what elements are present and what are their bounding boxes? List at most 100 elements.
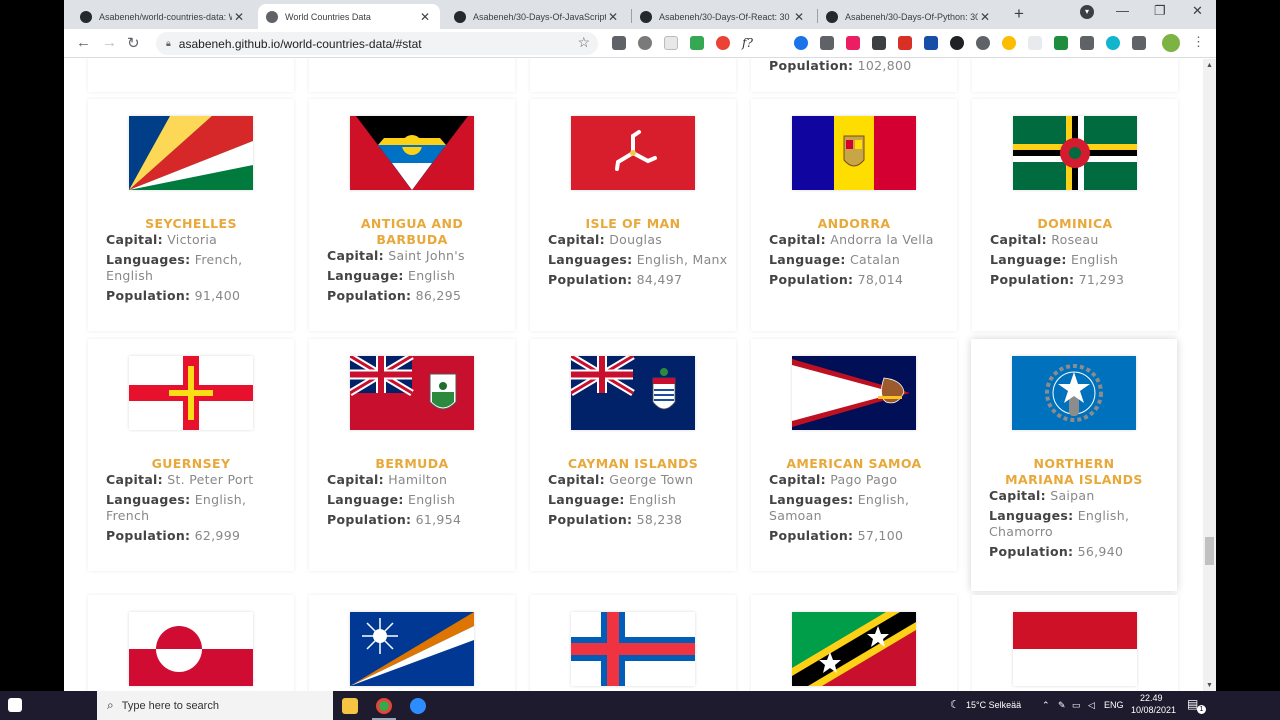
language-indicator[interactable]: ENG (1104, 700, 1124, 710)
clock-date[interactable]: 10/08/2021 (1131, 705, 1176, 715)
pen-icon[interactable]: ✎ (1058, 700, 1066, 711)
forward-icon[interactable]: → (102, 34, 117, 51)
moon-weather-icon: ☾ (950, 699, 960, 711)
tab-30-days-react[interactable]: Asabeneh/30-Days-Of-React: 30 Day ✕ (632, 4, 814, 29)
country-capital: Capital: George Town (548, 472, 694, 487)
extension-icon[interactable] (1080, 36, 1094, 50)
close-window-button[interactable]: ✕ (1192, 3, 1203, 19)
weather-text[interactable]: 15°C Selkeää (966, 700, 1021, 710)
minimize-button[interactable]: — (1116, 3, 1129, 18)
close-tab-icon[interactable]: ✕ (418, 10, 432, 24)
close-tab-icon[interactable]: ✕ (978, 10, 992, 24)
country-card[interactable]: ANDORRA Capital: Andorra la Vella Language… (751, 99, 957, 331)
country-capital: Capital: Pago Pago (769, 472, 898, 487)
extension-icon[interactable] (950, 36, 964, 50)
extensions-puzzle-icon[interactable] (1132, 36, 1146, 50)
clock-time[interactable]: 22.49 (1140, 693, 1163, 703)
zoom-icon[interactable] (410, 698, 426, 714)
page-scrollbar[interactable]: ▲ ▼ (1203, 59, 1216, 691)
volume-icon[interactable]: ◁ (1088, 700, 1095, 711)
scroll-down-icon[interactable]: ▼ (1206, 682, 1213, 689)
new-tab-button[interactable]: + (1014, 4, 1024, 24)
country-card[interactable] (88, 595, 294, 691)
tab-world-countries-data[interactable]: World Countries Data ✕ (258, 4, 440, 29)
country-card[interactable]: SEYCHELLES Capital: Victoria Languages: Fr… (88, 99, 294, 331)
country-population: Population: 91,400 (106, 288, 241, 303)
country-card[interactable] (972, 595, 1178, 691)
country-card[interactable]: BERMUDA Capital: Hamilton Language: Englis… (309, 339, 515, 571)
close-tab-icon[interactable]: ✕ (792, 10, 806, 24)
windows-start-icon[interactable] (8, 698, 22, 712)
country-card[interactable]: ANTIGUA AND BARBUDA Capital: Saint John's… (309, 99, 515, 331)
extension-icon[interactable]: f? (742, 36, 756, 50)
country-capital: Capital: Andorra la Vella (769, 232, 934, 247)
close-tab-icon[interactable]: ✕ (232, 10, 246, 24)
extension-icon[interactable] (1002, 36, 1016, 50)
extension-icon[interactable] (612, 36, 626, 50)
chrome-menu-icon[interactable]: ⋮ (1192, 34, 1205, 50)
country-card[interactable]: DOMINICA Capital: Roseau Language: English… (972, 99, 1178, 331)
country-languages: Language: English (327, 268, 456, 283)
scroll-up-icon[interactable]: ▲ (1206, 62, 1213, 69)
flag-saint-kitts-and-nevis (792, 612, 916, 686)
country-languages: Languages: English, French (106, 492, 247, 523)
tab-world-countries-repo[interactable]: Asabeneh/world-countries-data: W ✕ (72, 4, 254, 29)
country-card-partial (972, 59, 1178, 92)
extension-icon[interactable] (820, 36, 834, 50)
country-info: Capital: Andorra la Vella Language: Catal… (769, 232, 949, 292)
chrome-icon[interactable] (376, 698, 392, 714)
country-card[interactable] (309, 595, 515, 691)
extension-icon[interactable] (716, 36, 730, 50)
extension-icon[interactable] (690, 36, 704, 50)
extension-icon[interactable] (846, 36, 860, 50)
extension-icon[interactable] (976, 36, 990, 50)
windows-taskbar: ⌕ Type here to search ☾ 15°C Selkeää ⌃ ✎… (0, 691, 1280, 720)
reload-icon[interactable]: ↻ (127, 34, 140, 52)
country-info: Capital: Pago Pago Languages: English, Sa… (769, 472, 949, 548)
country-card[interactable]: GUERNSEY Capital: St. Peter Port Languages… (88, 339, 294, 571)
country-info: Capital: Saipan Languages: English, Chamo… (989, 488, 1169, 564)
extension-icon[interactable] (1054, 36, 1068, 50)
extension-icon[interactable] (1028, 36, 1042, 50)
country-card[interactable]: NORTHERN MARIANA ISLANDS Capital: Saipan L… (971, 339, 1177, 591)
back-icon[interactable]: ← (76, 34, 91, 51)
country-name: CAYMAN ISLANDS (567, 456, 699, 471)
avatar[interactable] (1162, 34, 1180, 52)
taskbar-search-box[interactable]: ⌕ Type here to search (97, 691, 333, 720)
chevron-up-icon[interactable]: ⌃ (1042, 700, 1050, 711)
country-name: ISLE OF MAN (585, 216, 681, 231)
file-explorer-icon[interactable] (342, 698, 358, 714)
country-name: NORTHERN MARIANA ISLANDS (1005, 456, 1143, 487)
extension-icon[interactable] (638, 36, 652, 50)
bookmark-star-icon[interactable]: ☆ (577, 34, 590, 51)
network-icon[interactable]: ▭ (1072, 700, 1081, 711)
country-population: Population: 78,014 (769, 272, 904, 287)
close-tab-icon[interactable]: ✕ (606, 10, 620, 24)
country-population: Population: 58,238 (548, 512, 683, 527)
address-bar[interactable]: 🔒︎ asabeneh.github.io/world-countries-da… (156, 32, 598, 55)
tab-30-days-python[interactable]: Asabeneh/30-Days-Of-Python: 30 d ✕ (818, 4, 1000, 29)
flag-american-samoa (792, 356, 916, 430)
country-card[interactable]: AMERICAN SAMOA Capital: Pago Pago Language… (751, 339, 957, 571)
country-card[interactable] (530, 595, 736, 691)
country-card-partial: Population: 102,800 (751, 59, 957, 92)
country-card[interactable]: ISLE OF MAN Capital: Douglas Languages: En… (530, 99, 736, 331)
extension-icon[interactable] (898, 36, 912, 50)
scrollbar-thumb[interactable] (1205, 537, 1214, 565)
tab-30-days-javascript[interactable]: Asabeneh/30-Days-Of-JavaScript: 30 ✕ (446, 4, 628, 29)
country-capital: Capital: Victoria (106, 232, 218, 247)
extension-icon[interactable] (924, 36, 938, 50)
country-card[interactable]: CAYMAN ISLANDS Capital: George Town Langua… (530, 339, 736, 571)
country-info: Capital: Victoria Languages: French, Engl… (106, 232, 286, 308)
extension-icon[interactable] (794, 36, 808, 50)
flag-dominica (1013, 116, 1137, 190)
extension-icon[interactable] (1106, 36, 1120, 50)
country-card[interactable] (751, 595, 957, 691)
tab-search-icon[interactable]: ▾ (1080, 5, 1094, 19)
extension-icon[interactable] (872, 36, 886, 50)
extension-icon[interactable] (664, 36, 678, 50)
country-card-partial (530, 59, 736, 92)
maximize-button[interactable]: ❐ (1154, 3, 1166, 19)
country-card-partial (88, 59, 294, 92)
browser-toolbar: ← → ↻ 🔒︎ asabeneh.github.io/world-countr… (64, 29, 1216, 58)
